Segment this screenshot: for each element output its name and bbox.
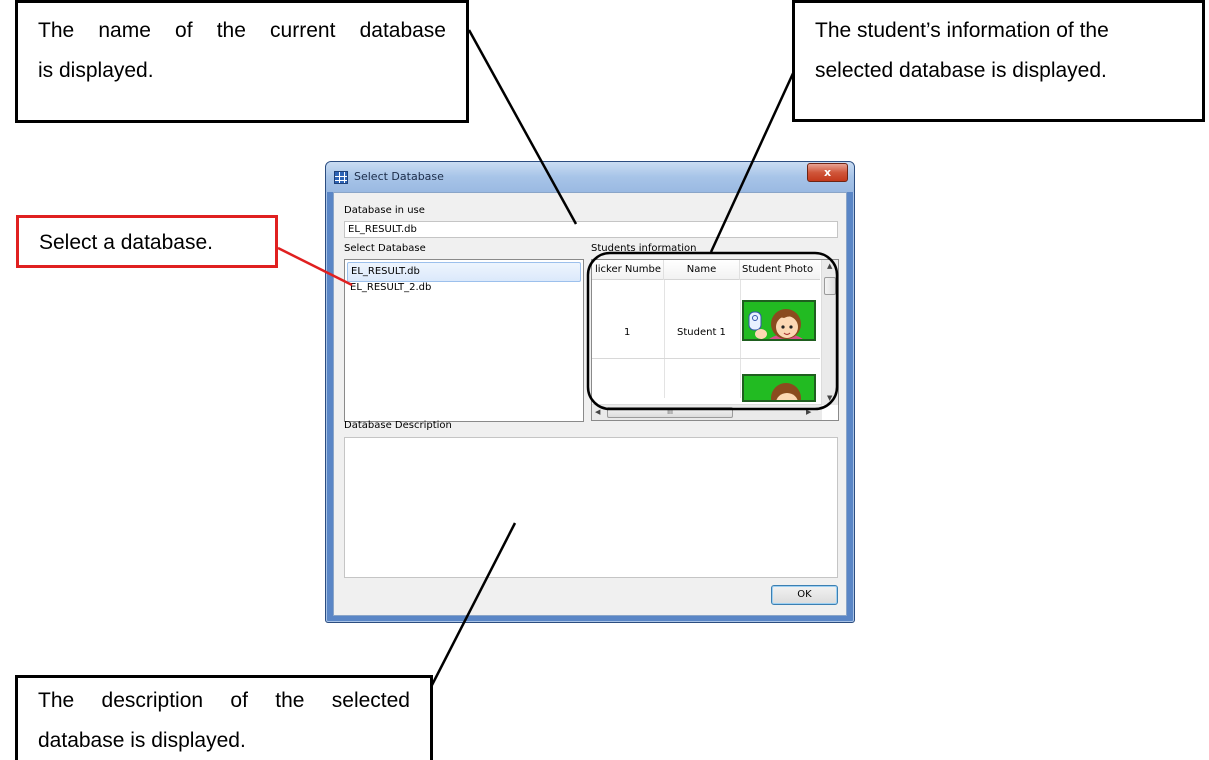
callout-line: The name of the current database	[38, 19, 446, 42]
highlight-circle	[586, 251, 839, 411]
callout-database-description: The description of the selected database…	[15, 675, 433, 760]
callout-line: is displayed.	[38, 59, 154, 82]
callout-select-database: Select a database.	[16, 215, 278, 268]
connector-line	[430, 522, 517, 686]
callout-line: The description of the selected	[38, 689, 410, 712]
callout-current-database: The name of the current database is disp…	[15, 0, 469, 123]
callout-line: The student’s information of the	[815, 19, 1109, 42]
callout-student-information: The student’s information of the selecte…	[792, 0, 1205, 122]
callout-line: database is displayed.	[38, 729, 246, 752]
callout-line: selected database is displayed.	[815, 59, 1107, 82]
connector-line-red	[277, 246, 353, 287]
connector-line	[467, 29, 578, 225]
